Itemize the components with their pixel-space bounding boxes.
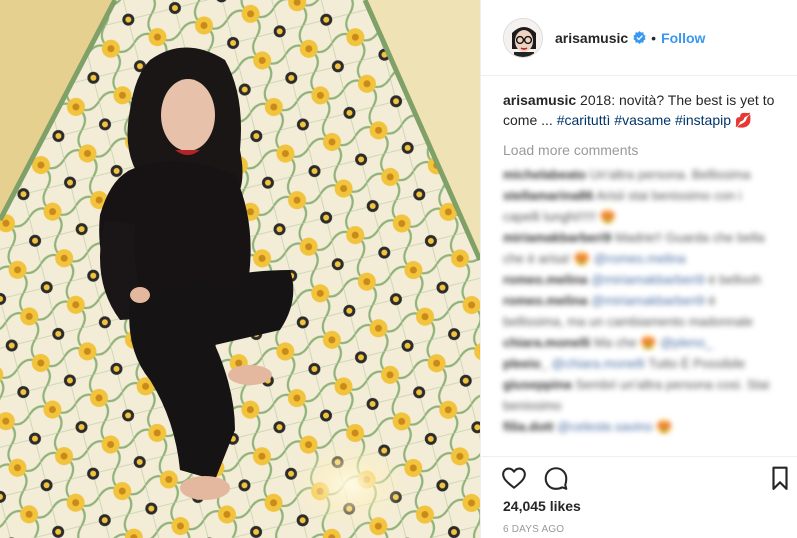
comment-item: pleeio_ @chiara.monelli Tutto È Possibil… <box>503 353 775 374</box>
post-side-panel: arisamusic • Follow arisamusic 2018: nov… <box>480 0 797 538</box>
comment-username[interactable]: pleeio_ <box>503 356 548 371</box>
comment-bubble-icon[interactable] <box>543 465 569 491</box>
comment-mention[interactable]: @miriamakbarberi9 <box>591 272 705 287</box>
follow-button[interactable]: Follow <box>661 30 705 46</box>
comment-text: Ma che 😍 <box>594 335 661 350</box>
comment-item: chiara.monelli Ma che 😍 @pleno_ <box>503 332 775 353</box>
author-avatar[interactable] <box>503 17 543 58</box>
avatar-image <box>504 18 542 57</box>
comment-mention[interactable]: @miriamakbarberi9 <box>591 293 705 308</box>
comment-text: è bellooh <box>704 272 762 287</box>
comment-username[interactable]: stellamarina86 <box>503 188 593 203</box>
comments-area: arisamusic 2018: novità? The best is yet… <box>481 76 797 450</box>
post-actions-bar <box>481 456 797 496</box>
author-username[interactable]: arisamusic <box>555 30 628 46</box>
header-separator: • <box>651 29 657 46</box>
comment-list: michelabeato Un'altra persona. Bellissim… <box>503 164 775 437</box>
post-header: arisamusic • Follow <box>481 0 797 76</box>
heart-icon[interactable] <box>501 465 527 491</box>
comment-item: michelabeato Un'altra persona. Bellissim… <box>503 164 775 185</box>
comment-text: Tutto È Possibile <box>644 356 746 371</box>
comment-item: stellamarina86 Arisii stai benissimo con… <box>503 185 775 227</box>
comment-item: giuseppina Sembri un'altra persona cosi.… <box>503 374 775 416</box>
comment-mention[interactable]: @chiara.monelli <box>551 356 644 371</box>
comment-username[interactable]: giuseppina <box>503 377 572 392</box>
likes-count[interactable]: 24,045 likes <box>503 498 581 514</box>
post-caption: arisamusic 2018: novità? The best is yet… <box>503 90 775 130</box>
comment-item: romeo.melina @miriamakbarberi9 è bellooh <box>503 269 775 290</box>
bookmark-icon[interactable] <box>767 465 793 491</box>
comment-mention[interactable]: @romeo.melina <box>594 251 686 266</box>
comment-text: Un'altra persona. Bellissima <box>589 167 751 182</box>
post-photo-image <box>0 0 480 538</box>
load-more-comments-button[interactable]: Load more comments <box>503 142 775 158</box>
hashtag-link[interactable]: #instapip <box>675 112 731 128</box>
comment-username[interactable]: miriamakbarberi9 <box>503 230 611 245</box>
hashtag-link[interactable]: #carituttì <box>557 112 611 128</box>
hashtag-link[interactable]: #vasame <box>614 112 671 128</box>
comment-username[interactable]: michelabeato <box>503 167 586 182</box>
comment-mention[interactable]: @pleno_ <box>660 335 712 350</box>
comment-item: filia.dott @celeste.savino 😍 <box>503 416 775 437</box>
comment-username[interactable]: chiara.monelli <box>503 335 590 350</box>
comment-username[interactable]: romeo.melina <box>503 293 588 308</box>
comment-item: miriamakbarberi9 Madrie!! Guarda che bel… <box>503 227 775 269</box>
caption-username[interactable]: arisamusic <box>503 92 576 108</box>
comment-username[interactable]: romeo.melina <box>503 272 588 287</box>
post-photo[interactable] <box>0 0 480 538</box>
comment-item: romeo.melina @miriamakbarberi9 è belliss… <box>503 290 775 332</box>
kiss-emoji: 💋 <box>734 112 753 128</box>
verified-badge-icon <box>633 31 646 44</box>
comment-username[interactable]: filia.dott <box>503 419 554 434</box>
comment-mention[interactable]: @celeste.savino <box>557 419 653 434</box>
comment-text: 😍 <box>652 419 673 434</box>
post-timestamp[interactable]: 6 DAYS AGO <box>503 524 564 535</box>
